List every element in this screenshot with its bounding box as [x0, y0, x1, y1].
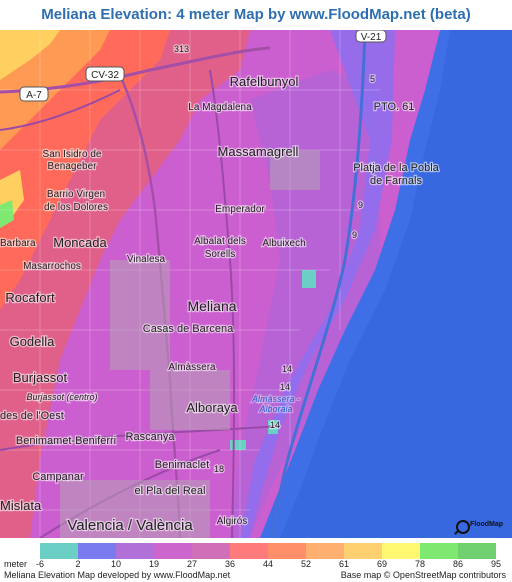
- label-farnals: de Farnals: [370, 175, 422, 187]
- label-meliana: Meliana: [187, 298, 236, 314]
- label-vinalesa: Vinalesa: [127, 254, 166, 265]
- road-shield-cv32: CV-32: [85, 66, 125, 82]
- svg-text:A-7: A-7: [26, 90, 42, 101]
- label-almassera-alboraia: Almàssera -: [251, 394, 300, 404]
- label-mislata: Mislata: [0, 498, 42, 513]
- label-benimamet: Benimamet-Beniferri: [16, 435, 116, 447]
- label-rafelbunyol: Rafelbunyol: [230, 74, 299, 89]
- legend-swatch: [344, 543, 382, 559]
- label-platja: Platja de la Pobla: [353, 162, 439, 174]
- svg-text:14: 14: [270, 420, 280, 430]
- footer-attribution: Base map © OpenStreetMap contributors: [340, 570, 506, 580]
- label-barbara: Barbara: [0, 238, 36, 249]
- legend-tick-label: -6: [35, 559, 45, 569]
- label-dolores: de los Dolores: [44, 202, 108, 213]
- legend-color-bar: [40, 543, 496, 559]
- legend-tick-label: 19: [148, 559, 160, 569]
- label-almassera: Almàssera: [168, 362, 216, 373]
- label-pto-61: PTO. 61: [374, 101, 415, 113]
- legend-swatch: [306, 543, 344, 559]
- legend-tick-label: 78: [414, 559, 426, 569]
- svg-text:14: 14: [280, 382, 290, 392]
- legend-tick-label: 44: [262, 559, 274, 569]
- legend-tick-label: 10: [110, 559, 122, 569]
- wet-patch: [230, 440, 246, 450]
- legend-tick-label: 52: [300, 559, 312, 569]
- footer-credit: Meliana Elevation Map developed by www.F…: [4, 570, 231, 580]
- legend-tick-label: 61: [338, 559, 350, 569]
- label-barrio-virgen: Barrio Virgen: [47, 189, 105, 200]
- label-sorells: Sorells: [205, 249, 236, 260]
- legend-swatch: [40, 543, 78, 559]
- legend-swatch: [230, 543, 268, 559]
- legend-swatch: [192, 543, 230, 559]
- legend-swatch: [458, 543, 496, 559]
- svg-text:313: 313: [174, 44, 189, 54]
- svg-text:9: 9: [352, 230, 357, 240]
- label-albuixech: Albuixech: [262, 238, 305, 249]
- label-casas-barcena: Casas de Barcena: [143, 323, 234, 335]
- svg-text:CV-32: CV-32: [91, 70, 119, 81]
- legend-swatch: [382, 543, 420, 559]
- legend-tick-label: 95: [490, 559, 502, 569]
- label-algiros: Algirós: [217, 516, 248, 527]
- label-moncada: Moncada: [53, 235, 107, 250]
- label-rocafort: Rocafort: [5, 290, 55, 305]
- legend-swatch: [116, 543, 154, 559]
- legend-swatch: [154, 543, 192, 559]
- label-campanar: Campanar: [32, 471, 84, 483]
- svg-text:14: 14: [282, 364, 292, 374]
- legend-tick-label: 69: [376, 559, 388, 569]
- label-alboraya: Alboraya: [186, 400, 238, 415]
- legend-tick-label: 27: [186, 559, 198, 569]
- svg-text:V-21: V-21: [361, 32, 382, 43]
- legend-tick-label: 86: [452, 559, 464, 569]
- label-rascanya: Rascanya: [126, 431, 176, 443]
- floodmap-logo: FloodMap: [452, 518, 510, 536]
- legend-swatch: [420, 543, 458, 559]
- svg-text:9: 9: [358, 200, 363, 210]
- legend-swatch: [268, 543, 306, 559]
- label-la-magdalena: La Magdalena: [188, 102, 252, 113]
- label-pla-real: el Pla del Real: [135, 485, 206, 497]
- label-albalat: Albalat dels: [194, 236, 246, 247]
- elevation-map[interactable]: A-7 CV-32 V-21 313 5 9 9 14 14 14 18 Raf…: [0, 30, 512, 538]
- label-oest: des de l'Oest: [0, 410, 64, 422]
- svg-text:18: 18: [214, 464, 224, 474]
- legend-tick-label: 2: [75, 559, 81, 569]
- label-emperador: Emperador: [215, 204, 265, 215]
- legend-swatch: [78, 543, 116, 559]
- label-godella: Godella: [10, 334, 56, 349]
- label-burjassot: Burjassot: [13, 370, 68, 385]
- label-burjassot-centro: Burjassot (centro): [26, 392, 97, 402]
- label-san-isidro: San Isidro de: [43, 149, 102, 160]
- label-massamagrell: Massamagrell: [218, 144, 299, 159]
- label-alboraia: Alboraia: [258, 404, 292, 414]
- label-benageber: Benageber: [48, 161, 98, 172]
- label-valencia: Valencia / València: [67, 517, 193, 534]
- map-title: Meliana Elevation: 4 meter Map by www.Fl…: [41, 6, 471, 23]
- legend-tick-label: 36: [224, 559, 236, 569]
- label-benimaclet: Benimaclet: [155, 459, 209, 471]
- wet-patch: [302, 270, 316, 288]
- road-shield-a7: A-7: [19, 86, 49, 102]
- road-shield-v21: V-21: [355, 30, 387, 43]
- svg-text:5: 5: [370, 74, 375, 84]
- label-masarrochos: Masarrochos: [23, 261, 81, 272]
